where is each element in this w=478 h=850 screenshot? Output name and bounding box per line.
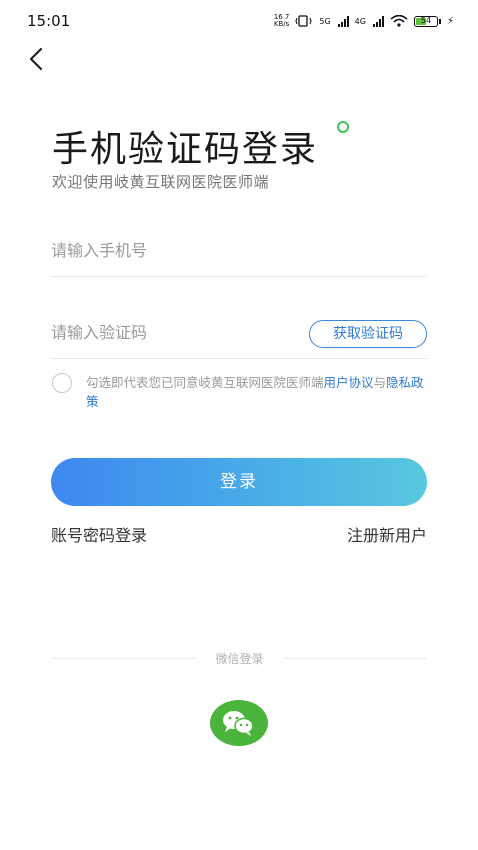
battery-icon: 54 [413, 15, 438, 27]
agreement-prefix: 勾选即代表您已同意岐黄互联网医院医师端 [86, 375, 324, 390]
status-time: 15:01 [27, 12, 71, 30]
page-title: 手机验证码登录 [52, 129, 319, 170]
login-button[interactable]: 登录 [51, 458, 427, 506]
get-code-button[interactable]: 获取验证码 [309, 320, 427, 348]
phone-input[interactable] [51, 241, 291, 260]
user-agreement-link[interactable]: 用户协议 [324, 375, 374, 390]
agreement-checkbox[interactable] [52, 373, 72, 393]
phone-input-row [51, 230, 427, 277]
signal-icon-2 [372, 15, 384, 27]
wechat-icon [223, 711, 254, 736]
status-icons: 16.7 KB/s 5G 4G 54 ⚡ [274, 14, 454, 28]
battery-nub [438, 18, 441, 24]
status-bar: 15:01 16.7 KB/s 5G 4G 54 ⚡ [0, 0, 478, 40]
signal-2-label: 4G [354, 16, 366, 26]
register-link[interactable]: 注册新用户 [347, 522, 427, 546]
code-input-row: 获取验证码 [51, 312, 427, 359]
back-arrow-icon [29, 47, 43, 71]
agreement-text: 勾选即代表您已同意岐黄互联网医院医师端用户协议与隐私政策 [86, 373, 426, 411]
vibrate-icon [295, 15, 312, 27]
page-subtitle: 欢迎使用岐黄互联网医院医师端 [52, 173, 270, 191]
verification-code-input[interactable] [51, 323, 291, 342]
divider-right [283, 658, 427, 659]
password-login-link[interactable]: 账号密码登录 [51, 522, 147, 546]
login-screen: 15:01 16.7 KB/s 5G 4G 54 ⚡ 手机验证码登录 欢迎使用岐… [0, 0, 478, 850]
wechat-login-button[interactable] [210, 700, 268, 746]
wifi-icon [390, 15, 408, 27]
agreement-conjunction: 与 [373, 375, 387, 390]
back-button[interactable] [22, 44, 52, 74]
divider-left [51, 658, 196, 659]
battery-level: 54 [420, 15, 432, 25]
wechat-login-label: 微信登录 [215, 652, 264, 666]
signal-icon [337, 15, 349, 27]
network-speed: 16.7 KB/s [273, 13, 290, 28]
charging-icon: ⚡ [446, 15, 454, 27]
title-decoration-dot [337, 121, 349, 133]
signal-1-label: 5G [319, 16, 331, 26]
